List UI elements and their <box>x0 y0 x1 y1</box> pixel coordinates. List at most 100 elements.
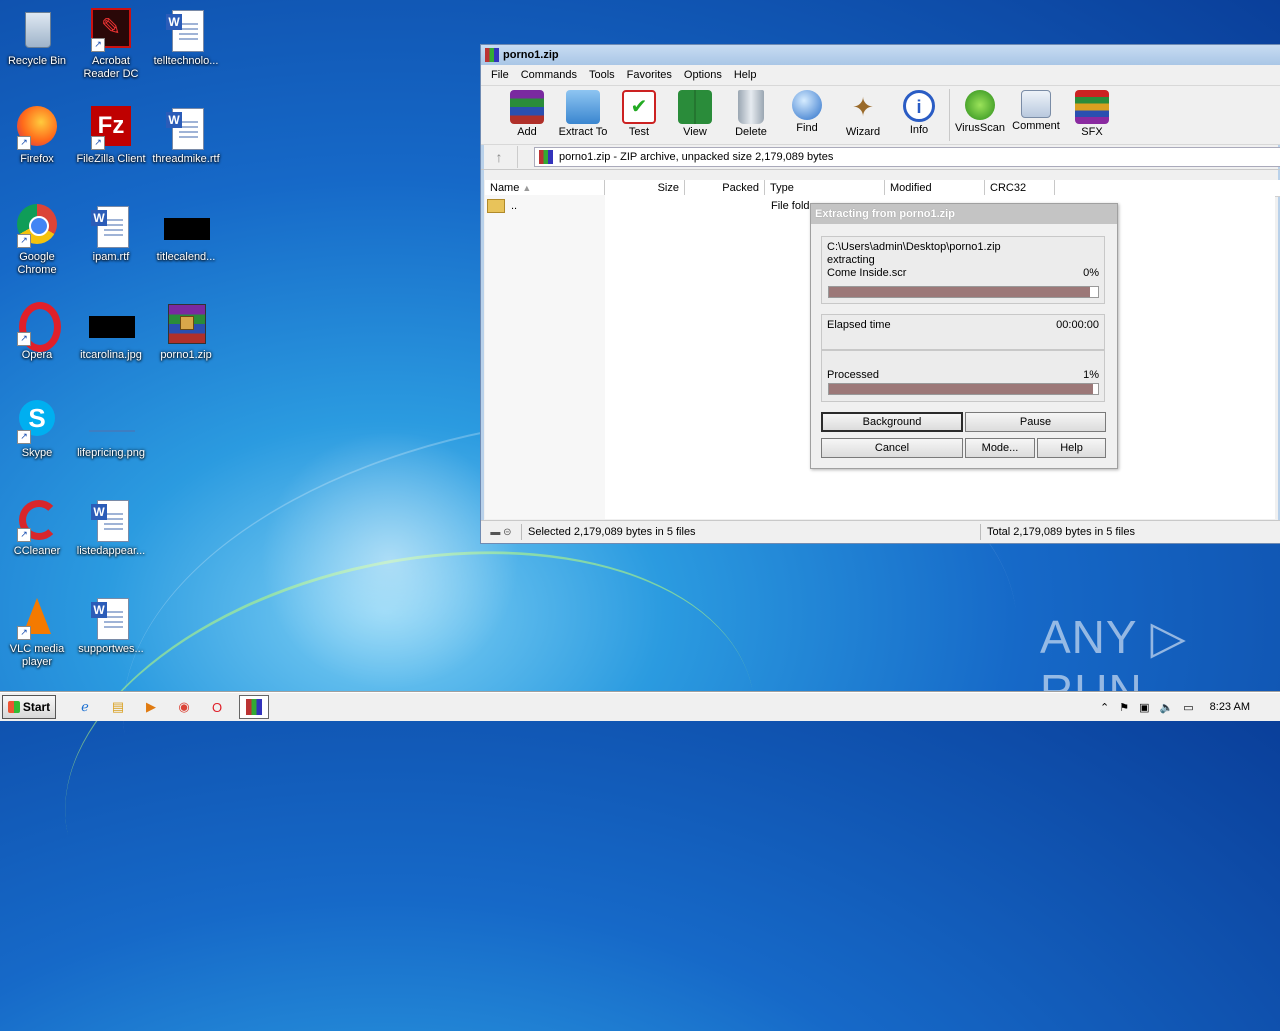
menu-options[interactable]: Options <box>678 69 728 81</box>
test-label: Test <box>628 126 650 138</box>
menu-help[interactable]: Help <box>728 69 763 81</box>
wizard-button[interactable]: ✦ Wizard <box>835 86 891 138</box>
desktop-icon-skype[interactable]: S ↗ Skype <box>0 400 74 460</box>
file-progress-fill <box>829 287 1090 297</box>
desktop-icon-label: itcarolina.jpg <box>80 349 142 361</box>
desktop-icon-titlecalend[interactable]: titlecalend... <box>149 204 223 264</box>
desktop-icon-filezilla[interactable]: Fz ↗ FileZilla Client <box>74 106 148 166</box>
show-hidden-icons-icon[interactable]: ⌃ <box>1100 701 1109 714</box>
window-titlebar[interactable]: porno1.zip <box>481 45 1280 65</box>
network-icon[interactable]: ▣ <box>1139 701 1149 714</box>
desktop-icon-itcarolina[interactable]: itcarolina.jpg <box>74 302 148 362</box>
column-crc32[interactable]: CRC32 <box>985 180 1055 196</box>
desktop-icon-ipam[interactable]: W ipam.rtf <box>74 204 148 264</box>
menu-tools[interactable]: Tools <box>583 69 621 81</box>
add-button[interactable]: Add <box>499 86 555 138</box>
processed-progress-bar <box>828 383 1099 395</box>
system-tray: ⌃ ⚑ ▣ 🔈 ▭ 8:23 AM <box>1100 695 1280 719</box>
chrome-icon: ↗ <box>15 204 59 248</box>
windows-logo-icon <box>7 701 20 713</box>
desktop-icon-recycle-bin[interactable]: Recycle Bin <box>0 8 74 68</box>
image-thumbnail-icon <box>164 204 210 248</box>
sfx-button[interactable]: SFX <box>1064 86 1120 138</box>
view-button[interactable]: View <box>667 86 723 138</box>
row-type: File fold <box>771 200 810 212</box>
image-thumbnail-icon <box>89 400 135 444</box>
chrome-taskbar-icon[interactable]: ◉ <box>173 696 195 718</box>
column-size[interactable]: Size <box>605 180 685 196</box>
menu-favorites[interactable]: Favorites <box>621 69 678 81</box>
test-button[interactable]: ✔ Test <box>611 86 667 138</box>
recycle-bin-icon <box>15 8 59 52</box>
desktop-icon-opera[interactable]: ↗ Opera <box>0 302 74 362</box>
opera-taskbar-icon[interactable]: O <box>206 696 228 718</box>
name-column-bg <box>485 195 605 519</box>
desktop-icon-porno1-zip[interactable]: porno1.zip <box>149 302 223 362</box>
desktop-icon-supportwes[interactable]: W supportwes... <box>74 596 148 656</box>
desktop-icon-vlc[interactable]: ↗ VLC media player <box>0 596 74 669</box>
extract-to-icon <box>566 90 600 124</box>
desktop-icon-firefox[interactable]: ↗ Firefox <box>0 106 74 166</box>
desktop-icon-google-chrome[interactable]: ↗ Google Chrome <box>0 204 74 277</box>
power-icon[interactable]: ▭ <box>1183 701 1193 714</box>
toolbar-separator <box>949 89 950 141</box>
desktop-icon-label: porno1.zip <box>160 349 212 361</box>
file-explorer-icon[interactable]: ▤ <box>107 696 129 718</box>
comment-button[interactable]: Comment <box>1008 86 1064 132</box>
sfx-label: SFX <box>1081 126 1103 138</box>
word-document-icon: W <box>164 8 208 52</box>
delete-button[interactable]: Delete <box>723 86 779 138</box>
folder-icon <box>487 199 505 213</box>
add-label: Add <box>517 126 537 138</box>
column-name[interactable]: Name ▲ <box>485 180 605 196</box>
find-label: Find <box>796 122 818 134</box>
menu-file[interactable]: File <box>485 69 515 81</box>
dialog-title[interactable]: Extracting from porno1.zip <box>811 204 1117 224</box>
desktop-icon-ccleaner[interactable]: ↗ CCleaner <box>0 498 74 558</box>
media-player-icon[interactable]: ▶ <box>140 696 162 718</box>
info-button[interactable]: i Info <box>891 86 947 136</box>
winrar-taskbar-icon[interactable] <box>239 695 269 719</box>
start-button[interactable]: Start <box>2 695 56 719</box>
desktop-icon-acrobat[interactable]: ✎ ↗ Acrobat Reader DC <box>74 8 148 81</box>
desktop-icon-label: lifepricing.png <box>77 447 145 459</box>
processed-label: Processed <box>827 369 879 381</box>
archive-path: C:\Users\admin\Desktop\porno1.zip <box>827 241 1001 253</box>
window-title: porno1.zip <box>503 49 559 61</box>
help-button[interactable]: Help <box>1037 438 1106 458</box>
desktop-icon-threadmike[interactable]: W threadmike.rtf <box>149 106 223 166</box>
up-arrow-icon[interactable]: ↑ <box>481 146 518 168</box>
desktop-icon-telltechnolo[interactable]: W telltechnolo... <box>149 8 223 68</box>
ccleaner-icon: ↗ <box>15 498 59 542</box>
word-document-icon: W <box>89 204 133 248</box>
extract-to-button[interactable]: Extract To <box>555 86 611 138</box>
desktop-icon-label: ipam.rtf <box>92 251 130 263</box>
volume-icon[interactable]: 🔈 <box>1160 701 1174 714</box>
desktop-icon-listedappear[interactable]: W listedappear... <box>74 498 148 558</box>
archive-icon <box>539 150 553 164</box>
path-field[interactable]: porno1.zip - ZIP archive, unpacked size … <box>534 147 1280 167</box>
desktop-icon-label: Firefox <box>20 153 54 165</box>
column-type[interactable]: Type <box>765 180 885 196</box>
internet-explorer-icon[interactable]: ℯ <box>74 696 96 718</box>
pause-button[interactable]: Pause <box>965 412 1106 432</box>
cancel-button[interactable]: Cancel <box>821 438 963 458</box>
action-center-flag-icon[interactable]: ⚑ <box>1119 701 1129 714</box>
mode-button[interactable]: Mode... <box>965 438 1035 458</box>
clock[interactable]: 8:23 AM <box>1210 701 1250 713</box>
menu-commands[interactable]: Commands <box>515 69 583 81</box>
test-icon: ✔ <box>622 90 656 124</box>
file-progress-bar <box>828 286 1099 298</box>
column-packed[interactable]: Packed <box>685 180 765 196</box>
elapsed-group: Elapsed time 00:00:00 <box>821 314 1105 350</box>
find-button[interactable]: Find <box>779 86 835 134</box>
delete-icon <box>738 90 764 124</box>
comment-label: Comment <box>1012 120 1060 132</box>
image-thumbnail-icon <box>89 302 135 346</box>
virusscan-button[interactable]: VirusScan <box>952 86 1008 134</box>
info-label: Info <box>909 124 929 136</box>
background-button[interactable]: Background <box>821 412 963 432</box>
wizard-icon: ✦ <box>852 92 874 122</box>
column-modified[interactable]: Modified <box>885 180 985 196</box>
desktop-icon-lifepricing[interactable]: lifepricing.png <box>74 400 148 460</box>
